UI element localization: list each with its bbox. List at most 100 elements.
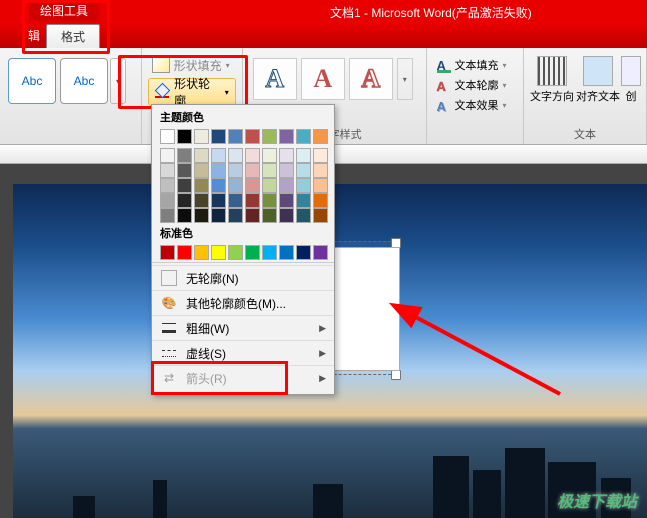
resize-handle-se[interactable] <box>391 370 401 380</box>
wordart-more[interactable]: ▾ <box>397 58 413 100</box>
text-fill-label: 文本填充 <box>455 57 499 73</box>
color-swatch[interactable] <box>279 148 294 163</box>
color-swatch[interactable] <box>177 193 192 208</box>
color-swatch[interactable] <box>279 208 294 223</box>
shape-style-1[interactable]: Abc <box>8 58 56 104</box>
color-swatch[interactable] <box>279 245 294 260</box>
color-swatch[interactable] <box>160 178 175 193</box>
text-outline-button[interactable]: A文本轮廓▾ <box>437 76 513 94</box>
color-swatch[interactable] <box>228 129 243 144</box>
color-swatch[interactable] <box>245 178 260 193</box>
dashes-label: 虚线(S) <box>186 345 226 362</box>
color-swatch[interactable] <box>296 178 311 193</box>
text-direction-button[interactable]: 文字方向 <box>530 52 574 104</box>
color-swatch[interactable] <box>194 178 209 193</box>
color-swatch[interactable] <box>160 163 175 178</box>
align-text-button[interactable]: 对齐文本 <box>576 52 620 104</box>
color-swatch[interactable] <box>262 163 277 178</box>
text-fill-button[interactable]: A文本填充▾ <box>437 56 513 74</box>
wordart-style-3[interactable]: A <box>349 58 393 100</box>
color-swatch[interactable] <box>211 163 226 178</box>
color-swatch[interactable] <box>194 163 209 178</box>
color-swatch[interactable] <box>194 245 209 260</box>
color-swatch[interactable] <box>296 208 311 223</box>
color-swatch[interactable] <box>177 245 192 260</box>
color-swatch[interactable] <box>160 245 175 260</box>
color-swatch[interactable] <box>245 148 260 163</box>
color-swatch[interactable] <box>313 245 328 260</box>
color-swatch[interactable] <box>177 163 192 178</box>
color-swatch[interactable] <box>279 193 294 208</box>
color-swatch[interactable] <box>211 245 226 260</box>
color-swatch[interactable] <box>296 245 311 260</box>
color-swatch[interactable] <box>296 163 311 178</box>
color-swatch[interactable] <box>296 148 311 163</box>
color-swatch[interactable] <box>313 148 328 163</box>
color-swatch[interactable] <box>313 193 328 208</box>
color-swatch[interactable] <box>262 245 277 260</box>
color-swatch[interactable] <box>177 129 192 144</box>
color-swatch[interactable] <box>279 129 294 144</box>
submenu-arrow-icon: ▶ <box>319 348 326 359</box>
color-swatch[interactable] <box>279 178 294 193</box>
color-swatch[interactable] <box>245 193 260 208</box>
color-swatch[interactable] <box>177 148 192 163</box>
color-swatch[interactable] <box>194 129 209 144</box>
color-swatch[interactable] <box>313 208 328 223</box>
color-swatch[interactable] <box>228 178 243 193</box>
color-swatch[interactable] <box>211 129 226 144</box>
color-swatch[interactable] <box>160 208 175 223</box>
wordart-style-1[interactable]: A <box>253 58 297 100</box>
color-swatch[interactable] <box>211 193 226 208</box>
color-swatch[interactable] <box>228 245 243 260</box>
color-swatch[interactable] <box>160 193 175 208</box>
tab-format[interactable]: 格式 <box>46 24 100 48</box>
shape-style-2[interactable]: Abc <box>60 58 108 104</box>
document-title: 文档1 - Microsoft Word(产品激活失败) <box>330 4 532 21</box>
skyline-decoration <box>13 438 647 518</box>
color-swatch[interactable] <box>262 148 277 163</box>
watermark: 极速下载站 <box>557 488 637 512</box>
color-swatch[interactable] <box>160 148 175 163</box>
weight-label: 粗细(W) <box>186 320 229 337</box>
color-swatch[interactable] <box>313 163 328 178</box>
color-swatch[interactable] <box>194 193 209 208</box>
shape-outline-button[interactable]: 形状轮廓 ▾ <box>148 78 236 106</box>
color-swatch[interactable] <box>228 148 243 163</box>
color-swatch[interactable] <box>296 193 311 208</box>
color-swatch[interactable] <box>211 208 226 223</box>
color-swatch[interactable] <box>177 178 192 193</box>
wordart-style-2[interactable]: A <box>301 58 345 100</box>
color-swatch[interactable] <box>279 163 294 178</box>
color-swatch[interactable] <box>262 193 277 208</box>
menu-dashes[interactable]: 虚线(S) ▶ <box>152 340 334 365</box>
no-outline-label: 无轮廓(N) <box>186 270 239 287</box>
create-link-button[interactable]: 创 <box>622 52 640 104</box>
color-swatch[interactable] <box>262 178 277 193</box>
menu-weight[interactable]: 粗细(W) ▶ <box>152 315 334 340</box>
menu-no-outline[interactable]: 无轮廓(N) <box>152 265 334 290</box>
color-swatch[interactable] <box>194 148 209 163</box>
color-swatch[interactable] <box>296 129 311 144</box>
color-swatch[interactable] <box>313 178 328 193</box>
shape-style-more[interactable]: ▾ <box>110 58 126 104</box>
color-swatch[interactable] <box>194 208 209 223</box>
text-direction-icon <box>537 56 567 86</box>
color-swatch[interactable] <box>262 129 277 144</box>
color-swatch[interactable] <box>245 129 260 144</box>
color-swatch[interactable] <box>245 208 260 223</box>
color-swatch[interactable] <box>245 245 260 260</box>
color-swatch[interactable] <box>228 163 243 178</box>
color-swatch[interactable] <box>228 208 243 223</box>
color-swatch[interactable] <box>211 148 226 163</box>
color-swatch[interactable] <box>160 129 175 144</box>
color-swatch[interactable] <box>245 163 260 178</box>
menu-more-colors[interactable]: 🎨 其他轮廓颜色(M)... <box>152 290 334 315</box>
color-swatch[interactable] <box>313 129 328 144</box>
color-swatch[interactable] <box>228 193 243 208</box>
color-swatch[interactable] <box>262 208 277 223</box>
color-swatch[interactable] <box>211 178 226 193</box>
color-swatch[interactable] <box>177 208 192 223</box>
tab-edit-partial[interactable]: 辑 <box>28 27 40 44</box>
text-effect-button[interactable]: A文本效果▾ <box>437 96 513 114</box>
